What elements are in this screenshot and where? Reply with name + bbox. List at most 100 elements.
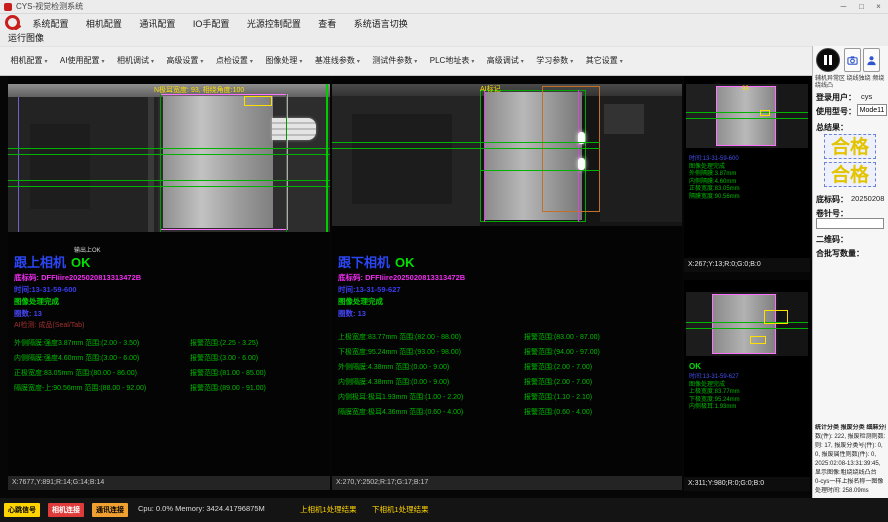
chevron-down-icon: ▾ — [471, 59, 474, 65]
maximize-button[interactable]: □ — [853, 0, 870, 14]
thumb1-pixel-coords: X:267;Y:13;R:0;G:0;B:0 — [684, 258, 810, 272]
panel-note: 辅机异常区 绕线独绕 频绕绕线凸 — [815, 76, 886, 90]
needle-number-input[interactable] — [816, 218, 884, 229]
statistics-block: 统计分类 报废分类 细麻分类 数(件): 222, 报废检测则数: 则: 17,… — [815, 424, 886, 496]
connector-part — [272, 118, 316, 140]
chevron-down-icon: ▾ — [299, 59, 302, 65]
lower-pixel-coords: X:270,Y:2502;R:17;G:17;B:17 — [332, 476, 682, 490]
upper-pixel-coords: X:7677,Y:891;R:14;G:14;B:14 — [8, 476, 330, 490]
upper-result-status: OK — [71, 255, 91, 270]
roi-rect-yellow — [244, 96, 272, 106]
thumb2-result-status: OK — [689, 362, 701, 371]
chevron-down-icon: ▾ — [44, 59, 47, 65]
thumb-image-2[interactable] — [686, 292, 808, 356]
thumb-view-2: OK 时间:13-31-59-627 图像处理完成 上极宽度:83.77mm 下… — [684, 280, 810, 491]
upper-camera-view: N极耳宽度: 93, 相绕角度:100 跟上相机 OK 输出上OK 底标码: DF… — [8, 76, 330, 490]
tab-advanced-settings[interactable]: 高级设置▾ — [166, 47, 203, 76]
bright-spot — [578, 158, 585, 170]
tab-image-process[interactable]: 图像处理▾ — [265, 47, 302, 76]
chevron-down-icon: ▾ — [521, 59, 524, 65]
user-icon — [866, 55, 877, 66]
lower-camera-image[interactable]: AI标记 — [332, 84, 682, 226]
app-icon — [4, 3, 12, 11]
upper-barcode: 底标码: DFFIiire2025020813313472B — [14, 272, 141, 283]
minimize-button[interactable]: ─ — [835, 0, 852, 14]
chevron-down-icon: ▾ — [200, 59, 203, 65]
batch-count-label: 合批写数量： — [816, 248, 864, 259]
thumb1-results: 时间:13-31-59-600 图像处理完成 外侧隔膜:3.87mm 内侧隔膜:… — [689, 156, 740, 201]
lower-count: 圈数: 13 — [338, 308, 366, 319]
result-chip-1: 合格 — [824, 134, 876, 159]
tab-baseline-params[interactable]: 基准线参数▾ — [315, 47, 360, 76]
tab-camera-config[interactable]: 相机配置▾ — [10, 47, 47, 76]
camera-icon — [847, 55, 858, 66]
lower-result-status: OK — [395, 255, 415, 270]
panel-barcode-value: 20250208 — [851, 194, 884, 203]
upper-time: 时间:13-31-59-600 — [14, 284, 77, 295]
run-image-label: 运行图像 — [8, 30, 44, 46]
tab-advanced-debug[interactable]: 高级调试▾ — [487, 47, 524, 76]
qr-code-label: 二维码： — [816, 234, 848, 245]
heartbeat-status-badge: 心跳信号 — [4, 503, 40, 517]
lower-camera-result-status: 下相机1处理结果 — [372, 504, 429, 515]
roi-rect-orange — [542, 86, 600, 212]
result-chip-2: 合格 — [824, 162, 876, 187]
thumb2-pixel-coords: X:311;Y:980;R:0;G:0;B:0 — [684, 477, 810, 491]
tab-test-params[interactable]: 测试件参数▾ — [372, 47, 417, 76]
chevron-down-icon: ▾ — [101, 59, 104, 65]
upper-camera-result-status: 上相机1处理结果 — [300, 504, 357, 515]
thumb1-tag: 93 — [742, 86, 749, 92]
upper-ai-label: AI检测: 成品(Seal/Tab) — [14, 320, 84, 330]
tab-ai-config[interactable]: AI使用配置▾ — [60, 47, 105, 76]
tab-spot-check[interactable]: 点检设置▾ — [216, 47, 253, 76]
camera-tool-button[interactable] — [844, 48, 861, 72]
upper-count: 圈数: 13 — [14, 308, 42, 319]
chevron-down-icon: ▾ — [357, 59, 360, 65]
chevron-down-icon: ▾ — [414, 59, 417, 65]
model-label: 使用型号： — [816, 106, 856, 117]
comm-connection-badge: 通讯连接 — [92, 503, 128, 517]
cpu-memory-status: Cpu: 0.0% Memory: 3424.41796875M — [138, 504, 265, 513]
upper-result-sub: 输出上OK — [74, 245, 101, 254]
chevron-down-icon: ▾ — [151, 59, 154, 65]
upper-result-name: 跟上相机 — [14, 255, 66, 270]
model-value-box: Mode11 — [857, 104, 887, 116]
tab-camera-debug[interactable]: 相机调试▾ — [117, 47, 154, 76]
pause-button[interactable] — [816, 48, 840, 72]
upper-overlay-note: N极耳宽度: 93, 相绕角度:100 — [154, 85, 244, 95]
info-panel: 辅机异常区 绕线独绕 频绕绕线凸 登录用户： cys 使用型号： Mode11 … — [812, 46, 888, 498]
lower-barcode: 底标码: DFFIiire2025020813313472B — [338, 272, 465, 283]
upper-process-status: 图像处理完成 — [14, 296, 59, 307]
app-window: CYS-视觉检测系统 ─ □ × 系统配置 相机配置 通讯配置 IO手配置 光源… — [0, 0, 888, 522]
tab-other-settings[interactable]: 其它设置▾ — [586, 47, 623, 76]
close-button[interactable]: × — [870, 0, 887, 14]
brand-logo-icon — [5, 15, 20, 30]
upper-result-line: 跟上相机 OK — [14, 252, 91, 272]
thumb-view-1: 93 时间:13-31-59-600 图像处理完成 外侧隔膜:3.87mm 内侧… — [684, 76, 810, 272]
chevron-down-icon: ▾ — [570, 59, 573, 65]
lower-process-status: 图像处理完成 — [338, 296, 383, 307]
lower-measurements: 上极宽度:83.77mm 范围:(82.00 - 88.00)报警范围:(83.… — [338, 332, 600, 422]
statistics-header: 统计分类 报废分类 细麻分类 — [815, 424, 886, 433]
lower-overlay-note: AI标记 — [480, 84, 501, 94]
panel-barcode-label: 底标码： — [816, 194, 848, 205]
user-tool-button[interactable] — [863, 48, 880, 72]
total-result-label: 总结果： — [816, 122, 848, 133]
upper-camera-image[interactable]: N极耳宽度: 93, 相绕角度:100 — [8, 84, 330, 232]
run-row: 运行图像 — [0, 30, 888, 46]
tab-learning-params[interactable]: 学习参数▾ — [536, 47, 573, 76]
login-user-label: 登录用户： — [816, 92, 856, 103]
menubar: 系统配置 相机配置 通讯配置 IO手配置 光源控制配置 查看 系统语言切换 — [0, 14, 888, 30]
window-title: CYS-视觉检测系统 — [16, 0, 83, 14]
statusbar: 心跳信号 相机连接 通讯连接 Cpu: 0.0% Memory: 3424.41… — [0, 498, 888, 522]
camera-connection-badge: 相机连接 — [48, 503, 84, 517]
thumb2-results: 时间:13-31-59-627 图像处理完成 上极宽度:83.77mm 下极宽度… — [689, 374, 740, 412]
lower-time: 时间:13-31-59-627 — [338, 284, 401, 295]
tab-plc-address[interactable]: PLC地址表▾ — [430, 47, 475, 76]
thumb-image-1[interactable]: 93 — [686, 84, 808, 148]
upper-measurements: 外侧隔膜:强度3.87mm 范围:(2.00 - 3.50)报警范围:(2.25… — [14, 338, 266, 398]
total-result-display: 合格 合格 — [824, 134, 876, 190]
titlebar: CYS-视觉检测系统 ─ □ × — [0, 0, 888, 14]
lower-result-name: 跟下相机 — [338, 255, 390, 270]
lower-result-line: 跟下相机 OK — [338, 252, 415, 272]
